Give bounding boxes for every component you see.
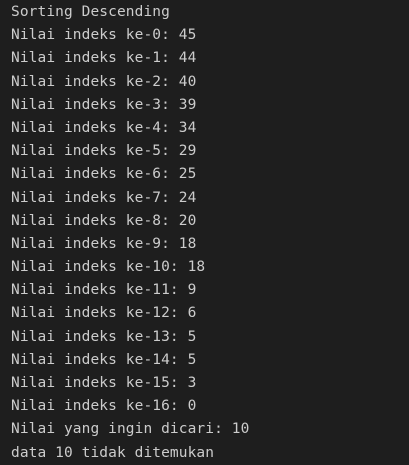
output-line: Nilai indeks ke-12: 6 bbox=[11, 305, 197, 322]
output-line: Nilai indeks ke-3: 39 bbox=[11, 96, 197, 113]
output-line: Nilai indeks ke-6: 25 bbox=[11, 166, 197, 183]
output-line: Nilai indeks ke-11: 9 bbox=[11, 282, 197, 299]
output-line: Nilai indeks ke-16: 0 bbox=[11, 398, 197, 415]
output-line: Nilai indeks ke-5: 29 bbox=[11, 143, 197, 160]
output-line: Nilai indeks ke-8: 20 bbox=[11, 212, 197, 229]
terminal-output[interactable]: Sorting Descending Nilai indeks ke-0: 45… bbox=[0, 0, 409, 461]
output-line: Nilai indeks ke-4: 34 bbox=[11, 119, 197, 136]
output-heading: Sorting Descending bbox=[11, 4, 170, 20]
output-line: Nilai indeks ke-9: 18 bbox=[11, 235, 197, 252]
output-line: Nilai indeks ke-15: 3 bbox=[11, 375, 197, 391]
output-search-prompt: Nilai yang ingin dicari: 10 bbox=[11, 421, 250, 438]
output-line: Nilai indeks ke-2: 40 bbox=[11, 73, 197, 90]
output-line: Nilai indeks ke-10: 18 bbox=[11, 259, 206, 276]
output-line: Nilai indeks ke-13: 5 bbox=[11, 328, 197, 345]
output-line: Nilai indeks ke-7: 24 bbox=[11, 189, 197, 206]
output-search-result: data 10 tidak ditemukan bbox=[11, 444, 215, 461]
output-line: Nilai indeks ke-0: 45 bbox=[11, 27, 197, 44]
output-line: Nilai indeks ke-1: 44 bbox=[11, 50, 197, 67]
output-line: Nilai indeks ke-14: 5 bbox=[11, 351, 197, 368]
